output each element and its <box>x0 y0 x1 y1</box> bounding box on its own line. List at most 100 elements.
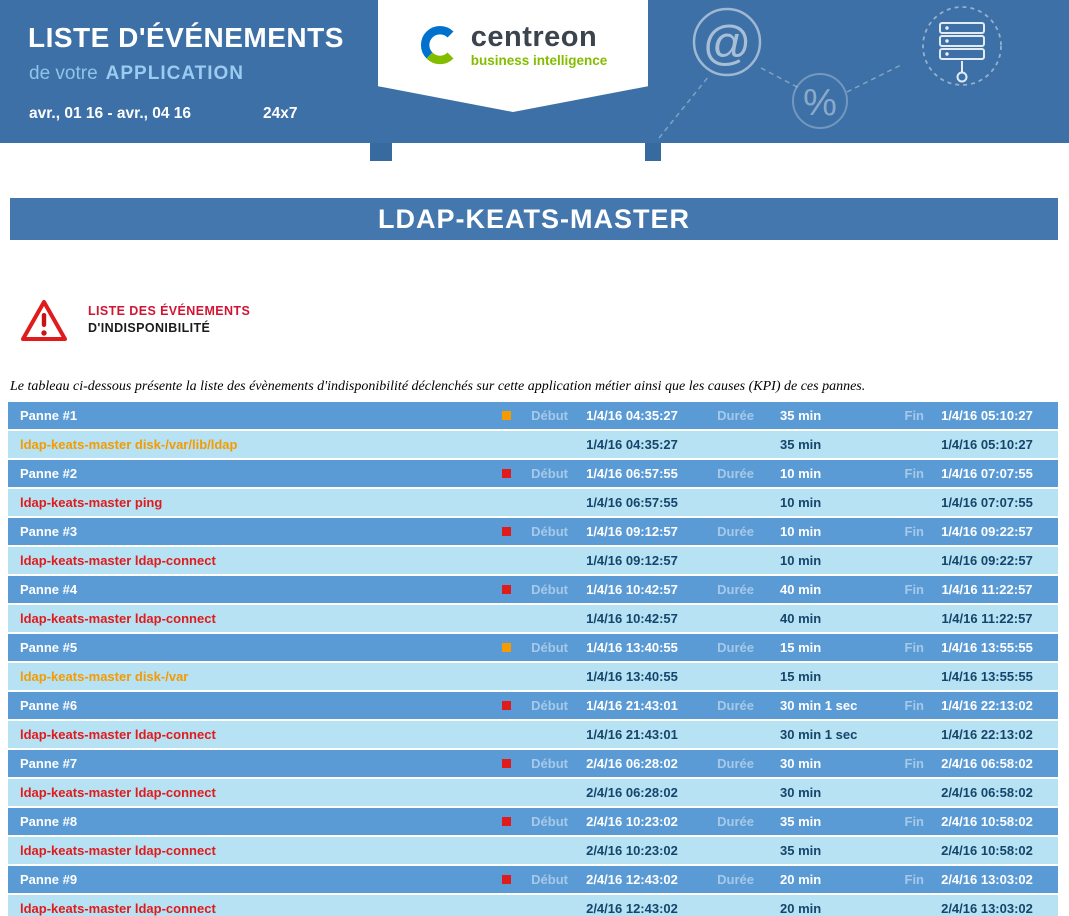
event-start: 1/4/16 10:42:57 <box>568 582 696 597</box>
event-end-label: Fin <box>888 466 924 481</box>
event-start: 1/4/16 13:40:55 <box>568 640 696 655</box>
event-name: Panne #2 <box>20 466 502 481</box>
kpi-duration: 10 min <box>754 495 888 510</box>
event-start: 1/4/16 04:35:27 <box>568 408 696 423</box>
kpi-row: ldap-keats-master ldap-connect 1/4/16 09… <box>8 547 1058 574</box>
event-header-row: Panne #5 Début 1/4/16 13:40:55 Durée 15 … <box>8 634 1058 661</box>
application-name: LDAP-KEATS-MASTER <box>378 204 690 235</box>
event-duration-label: Durée <box>696 524 754 539</box>
kpi-name: ldap-keats-master ldap-connect <box>20 611 502 626</box>
event-duration-label: Durée <box>696 408 754 423</box>
severity-square <box>502 527 511 536</box>
subtitle-prefix: de votre <box>29 63 98 84</box>
report-header: LISTE D'ÉVÉNEMENTS de votreAPPLICATION a… <box>0 0 1069 143</box>
kpi-end: 2/4/16 10:58:02 <box>924 843 1050 858</box>
kpi-start: 1/4/16 04:35:27 <box>568 437 696 452</box>
kpi-start: 2/4/16 06:28:02 <box>568 785 696 800</box>
event-start-label: Début <box>522 466 568 481</box>
event-duration-label: Durée <box>696 872 754 887</box>
event-start: 2/4/16 10:23:02 <box>568 814 696 829</box>
warning-triangle-icon <box>18 297 70 345</box>
kpi-start: 1/4/16 10:42:57 <box>568 611 696 626</box>
kpi-end: 1/4/16 11:22:57 <box>924 611 1050 626</box>
event-end: 1/4/16 22:13:02 <box>924 698 1050 713</box>
event-duration: 10 min <box>754 466 888 481</box>
kpi-duration: 15 min <box>754 669 888 684</box>
kpi-row: ldap-keats-master ldap-connect 1/4/16 21… <box>8 721 1058 748</box>
kpi-start: 1/4/16 09:12:57 <box>568 553 696 568</box>
schedule-label: 24x7 <box>263 105 297 122</box>
event-name: Panne #3 <box>20 524 502 539</box>
kpi-duration: 30 min 1 sec <box>754 727 888 742</box>
events-heading-line2: D'INDISPONIBILITÉ <box>88 321 250 335</box>
event-header-row: Panne #8 Début 2/4/16 10:23:02 Durée 35 … <box>8 808 1058 835</box>
event-duration-label: Durée <box>696 814 754 829</box>
event-start-label: Début <box>522 408 568 423</box>
event-name: Panne #8 <box>20 814 502 829</box>
event-end-label: Fin <box>888 582 924 597</box>
application-title-bar: LDAP-KEATS-MASTER <box>10 198 1058 240</box>
kpi-duration: 35 min <box>754 843 888 858</box>
event-start-label: Début <box>522 872 568 887</box>
kpi-name: ldap-keats-master ldap-connect <box>20 553 502 568</box>
unavailability-heading: LISTE DES ÉVÉNEMENTS D'INDISPONIBILITÉ <box>18 297 1069 345</box>
kpi-duration: 30 min <box>754 785 888 800</box>
event-start-label: Début <box>522 640 568 655</box>
kpi-end: 2/4/16 13:03:02 <box>924 901 1050 916</box>
event-duration: 30 min 1 sec <box>754 698 888 713</box>
events-heading-line1: LISTE DES ÉVÉNEMENTS <box>88 304 250 318</box>
severity-cell <box>502 469 522 478</box>
kpi-end: 1/4/16 22:13:02 <box>924 727 1050 742</box>
event-end: 1/4/16 13:55:55 <box>924 640 1050 655</box>
kpi-name: ldap-keats-master ldap-connect <box>20 785 502 800</box>
event-start: 1/4/16 06:57:55 <box>568 466 696 481</box>
kpi-start: 2/4/16 12:43:02 <box>568 901 696 916</box>
event-duration: 40 min <box>754 582 888 597</box>
kpi-end: 2/4/16 06:58:02 <box>924 785 1050 800</box>
kpi-row: ldap-keats-master ldap-connect 1/4/16 10… <box>8 605 1058 632</box>
event-start-label: Début <box>522 582 568 597</box>
event-name: Panne #1 <box>20 408 502 423</box>
event-name: Panne #9 <box>20 872 502 887</box>
severity-square <box>502 643 511 652</box>
kpi-start: 1/4/16 06:57:55 <box>568 495 696 510</box>
severity-square <box>502 875 511 884</box>
event-end-label: Fin <box>888 814 924 829</box>
event-end: 1/4/16 11:22:57 <box>924 582 1050 597</box>
kpi-duration: 35 min <box>754 437 888 452</box>
event-end: 2/4/16 06:58:02 <box>924 756 1050 771</box>
event-start-label: Début <box>522 524 568 539</box>
severity-cell <box>502 759 522 768</box>
severity-cell <box>502 585 522 594</box>
severity-cell <box>502 643 522 652</box>
date-range: avr., 01 16 - avr., 04 16 <box>29 105 191 122</box>
event-duration-label: Durée <box>696 756 754 771</box>
event-start: 2/4/16 06:28:02 <box>568 756 696 771</box>
event-name: Panne #5 <box>20 640 502 655</box>
event-end: 2/4/16 10:58:02 <box>924 814 1050 829</box>
event-name: Panne #7 <box>20 756 502 771</box>
event-duration: 15 min <box>754 640 888 655</box>
event-duration-label: Durée <box>696 582 754 597</box>
event-header-row: Panne #4 Début 1/4/16 10:42:57 Durée 40 … <box>8 576 1058 603</box>
event-start-label: Début <box>522 698 568 713</box>
event-duration: 35 min <box>754 814 888 829</box>
event-duration-label: Durée <box>696 466 754 481</box>
kpi-row: ldap-keats-master ldap-connect 2/4/16 12… <box>8 895 1058 916</box>
event-end: 2/4/16 13:03:02 <box>924 872 1050 887</box>
ribbon-tail-right <box>645 143 661 161</box>
event-header-row: Panne #3 Début 1/4/16 09:12:57 Durée 10 … <box>8 518 1058 545</box>
kpi-row: ldap-keats-master disk-/var/lib/ldap 1/4… <box>8 431 1058 458</box>
event-end-label: Fin <box>888 756 924 771</box>
event-start-label: Début <box>522 756 568 771</box>
event-end: 1/4/16 05:10:27 <box>924 408 1050 423</box>
logo-subtext: business intelligence <box>471 53 608 68</box>
event-end-label: Fin <box>888 640 924 655</box>
kpi-row: ldap-keats-master disk-/var 1/4/16 13:40… <box>8 663 1058 690</box>
kpi-start: 1/4/16 13:40:55 <box>568 669 696 684</box>
kpi-row: ldap-keats-master ping 1/4/16 06:57:55 1… <box>8 489 1058 516</box>
severity-cell <box>502 817 522 826</box>
kpi-name: ldap-keats-master disk-/var <box>20 669 502 684</box>
severity-cell <box>502 701 522 710</box>
events-table: Panne #1 Début 1/4/16 04:35:27 Durée 35 … <box>8 402 1058 916</box>
